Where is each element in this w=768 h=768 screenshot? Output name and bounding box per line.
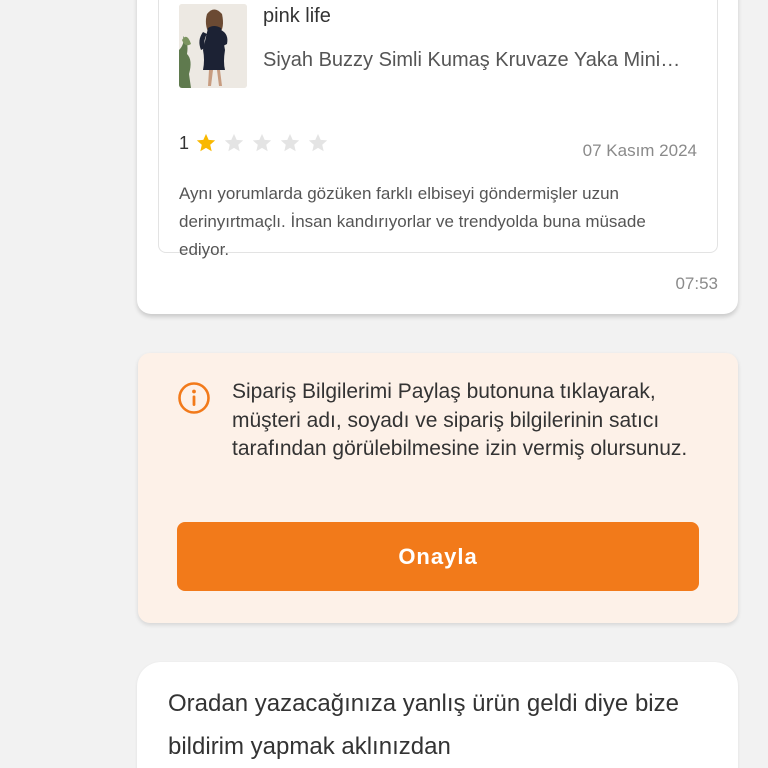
share-order-info-card: Sipariş Bilgilerimi Paylaş butonuna tıkl… xyxy=(138,353,738,623)
product-thumbnail[interactable] xyxy=(179,4,247,88)
rating-value: 1 xyxy=(179,132,190,153)
chat-screen: pink life Siyah Buzzy Simli Kumaş Kruvaz… xyxy=(0,0,768,768)
review-date: 07 Kasım 2024 xyxy=(582,141,697,160)
consent-text: Sipariş Bilgilerimi Paylaş butonuna tıkl… xyxy=(232,380,688,460)
review-message-bubble: pink life Siyah Buzzy Simli Kumaş Kruvaz… xyxy=(137,0,738,314)
message-timestamp: 07:53 xyxy=(675,274,718,293)
review-card[interactable]: pink life Siyah Buzzy Simli Kumaş Kruvaz… xyxy=(158,0,718,259)
review-text: Aynı yorumlarda gözüken farklı elbiseyi … xyxy=(179,184,646,259)
rating-row: 1 xyxy=(179,130,335,156)
star-empty-icon xyxy=(252,133,272,152)
star-empty-icon xyxy=(308,133,328,152)
chat-message-bubble: Oradan yazacağınıza yanlış ürün geldi di… xyxy=(137,662,738,768)
product-image xyxy=(179,4,247,88)
info-circle-icon xyxy=(178,382,210,414)
chat-message-text: Oradan yazacağınıza yanlış ürün geldi di… xyxy=(168,690,679,760)
product-name: Siyah Buzzy Simli Kumaş Kruvaze Yaka Min… xyxy=(263,49,683,71)
star-empty-icon xyxy=(224,133,244,152)
star-filled-icon xyxy=(196,133,216,152)
approve-button[interactable]: Onayla xyxy=(177,522,699,591)
seller-name: pink life xyxy=(263,5,331,27)
star-empty-icon xyxy=(280,133,300,152)
